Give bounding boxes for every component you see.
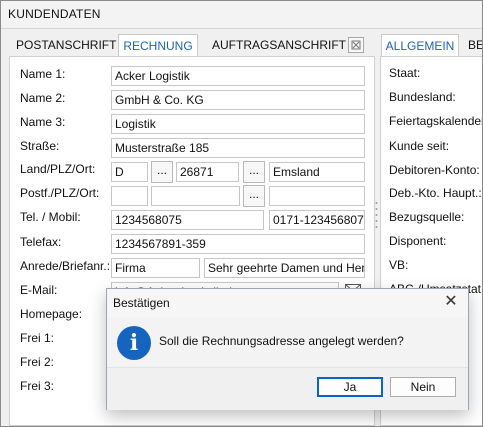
label-email: E-Mail: xyxy=(20,283,58,297)
anrede-field[interactable]: Firma xyxy=(111,258,200,278)
label-anrede: Anrede/Briefanr.: xyxy=(20,259,111,273)
ort-field[interactable]: Emsland xyxy=(269,162,365,182)
panel-splitter-handle[interactable] xyxy=(375,200,378,230)
postfach-ort-field[interactable] xyxy=(269,186,365,206)
label-bezugsquelle: Bezugsquelle: xyxy=(389,210,465,224)
name2-field[interactable]: GmbH & Co. KG xyxy=(111,90,365,110)
label-strasse: Straße: xyxy=(20,139,60,153)
info-icon: i xyxy=(117,326,151,360)
label-debitoren-konto: Debitoren-Konto: xyxy=(389,163,480,177)
label-tel-mobil: Tel. / Mobil: xyxy=(20,210,81,224)
land-lookup-button[interactable]: ... xyxy=(151,161,173,183)
label-homepage: Homepage: xyxy=(20,307,83,321)
tab-auftragsanschrift[interactable]: AUFTRAGSANSCHRIFT xyxy=(212,34,346,56)
plz-lookup-button[interactable]: ... xyxy=(243,161,265,183)
label-name3: Name 3: xyxy=(20,115,66,129)
telefax-field[interactable]: 1234567891-359 xyxy=(111,234,365,254)
strasse-field[interactable]: Musterstraße 185 xyxy=(111,138,365,158)
label-name2: Name 2: xyxy=(20,91,66,105)
label-kunde-seit: Kunde seit: xyxy=(389,139,450,153)
tab-rechnung[interactable]: RECHNUNG xyxy=(118,34,198,57)
label-telefax: Telefax: xyxy=(20,235,62,249)
label-land-plz-ort: Land/PLZ/Ort: xyxy=(20,162,96,176)
dialog-titlebar: Bestätigen ✕ xyxy=(107,289,468,317)
label-staat: Staat: xyxy=(389,66,421,80)
label-disponent: Disponent: xyxy=(389,234,447,248)
window-titlebar: KUNDENDATEN xyxy=(0,0,483,29)
label-feiertagskalender: Feiertagskalender xyxy=(389,114,483,128)
window-title: KUNDENDATEN xyxy=(8,7,101,21)
label-frei1: Frei 1: xyxy=(20,331,55,345)
dialog-title: Bestätigen xyxy=(113,296,170,310)
name3-field[interactable]: Logistik xyxy=(111,114,365,134)
mobil-field[interactable]: 0171-1234568075 xyxy=(269,210,365,230)
postfach-field[interactable] xyxy=(111,186,148,206)
label-bundesland: Bundesland: xyxy=(389,90,456,104)
dialog-message: Soll die Rechnungsadresse angelegt werde… xyxy=(159,334,404,348)
name1-field[interactable]: Acker Logistik xyxy=(111,66,365,86)
no-button[interactable]: Nein xyxy=(390,377,456,397)
label-frei2: Frei 2: xyxy=(20,355,55,369)
label-vb: VB: xyxy=(389,258,409,272)
tab-postanschrift[interactable]: POSTANSCHRIFT xyxy=(16,34,116,56)
tab-allgemein[interactable]: ALLGEMEIN xyxy=(381,34,459,57)
label-frei3: Frei 3: xyxy=(20,379,55,393)
tel-field[interactable]: 1234568075 xyxy=(111,210,264,230)
tab-detach-icon[interactable] xyxy=(348,37,364,53)
tab-be[interactable]: BE xyxy=(468,34,483,56)
land-field[interactable]: D xyxy=(111,162,148,182)
label-postfach: Postf./PLZ/Ort: xyxy=(20,186,100,200)
close-icon[interactable]: ✕ xyxy=(442,293,460,311)
postfach-plz-field[interactable] xyxy=(151,186,240,206)
briefanrede-field[interactable]: Sehr geehrte Damen und Herr xyxy=(204,258,365,278)
plz-field[interactable]: 26871 xyxy=(176,162,239,182)
postfach-plz-lookup-button[interactable]: ... xyxy=(243,185,265,207)
confirm-dialog: Bestätigen ✕ i Soll die Rechnungsadresse… xyxy=(106,288,469,410)
yes-button[interactable]: Ja xyxy=(317,377,383,397)
label-deb-kto-haupt: Deb.-Kto. Haupt.: xyxy=(389,186,482,200)
label-name1: Name 1: xyxy=(20,67,66,81)
